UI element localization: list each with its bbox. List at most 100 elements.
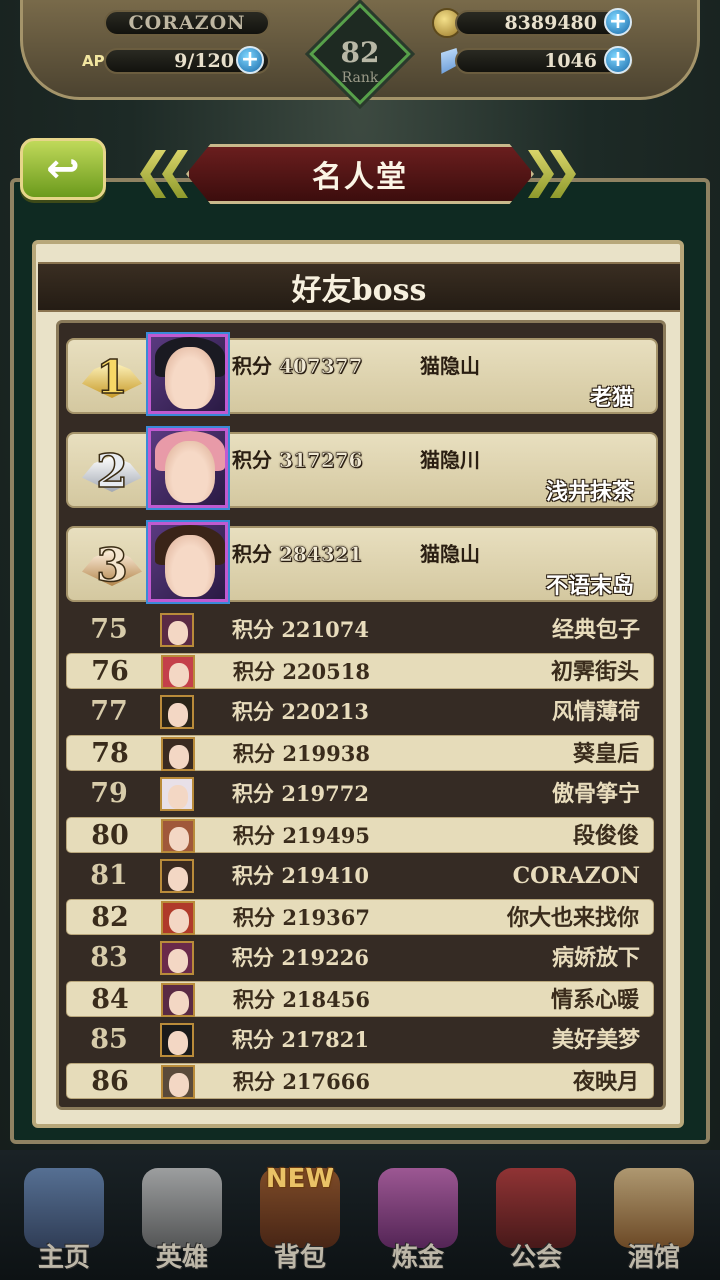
gold-medal-icon: 1 (76, 348, 148, 406)
shield-icon (496, 1168, 576, 1248)
rank-number: 81 (90, 860, 128, 891)
ranking-row[interactable]: 82 积分 219367 你大也来找你 (66, 899, 654, 935)
nav-label: 炼金 (391, 1243, 444, 1273)
ranking-row[interactable]: 75 积分 221074 经典包子 (66, 612, 654, 648)
score: 积分 217666 (233, 1069, 370, 1094)
score-label: 积分 (232, 448, 272, 472)
nav-guild[interactable]: 公会 (480, 1162, 592, 1280)
top-rank-row-3[interactable]: 3 积分 284321 猫隐山 不语末岛 (66, 522, 658, 602)
guild-name: 猫隐川 (420, 448, 480, 472)
player-name: 傲骨筝宁 (551, 781, 640, 807)
avatar (161, 819, 195, 853)
back-arrow-icon: ↩ (46, 146, 80, 192)
nav-home[interactable]: 主页 (8, 1162, 120, 1280)
player-name: 老猫 (589, 385, 634, 411)
ranking-row[interactable]: 78 积分 219938 葵皇后 (66, 735, 654, 771)
add-gold-button[interactable]: + (604, 8, 632, 36)
ranking-row[interactable]: 80 积分 219495 段俊俊 (66, 817, 654, 853)
score: 积分 284321 (232, 538, 363, 567)
player-name: 葵皇后 (572, 741, 639, 767)
ranking-row[interactable]: 79 积分 219772 傲骨筝宁 (66, 776, 654, 812)
player-name: 病娇放下 (551, 945, 640, 971)
nav-tavern[interactable]: 酒馆 (598, 1162, 710, 1280)
right-chevron-icon (528, 150, 580, 198)
top-rank-row-2[interactable]: 2 积分 317276 猫隐川 浅井抹茶 (66, 428, 658, 508)
back-button[interactable]: ↩ (20, 138, 106, 200)
player-name: 美好美梦 (551, 1027, 640, 1053)
avatar (148, 428, 228, 508)
rank-number: 75 (90, 614, 128, 645)
ranking-row[interactable]: 86 积分 217666 夜映月 (66, 1063, 654, 1099)
player-name: 初霁街头 (550, 659, 639, 685)
score: 积分 218456 (233, 987, 370, 1012)
ranking-row[interactable]: 84 积分 218456 情系心暖 (66, 981, 654, 1017)
left-chevron-icon (140, 150, 192, 198)
avatar (161, 901, 195, 935)
rank-number: 78 (91, 738, 129, 769)
nav-label: 酒馆 (627, 1243, 680, 1273)
avatar (160, 777, 194, 811)
score-value: 407377 (278, 354, 363, 379)
helmet-icon (142, 1168, 222, 1248)
player-name: 浅井抹茶 (545, 479, 634, 505)
avatar (161, 655, 195, 689)
score: 积分 219226 (232, 945, 369, 970)
avatar (160, 941, 194, 975)
rank-label: Rank (341, 70, 379, 86)
rank-number: 82 (91, 902, 129, 933)
silver-medal-icon: 2 (76, 442, 148, 500)
nav-alchemy[interactable]: 炼金 (362, 1162, 474, 1280)
player-name: 段俊俊 (572, 823, 639, 849)
score: 积分 217821 (232, 1027, 369, 1052)
nav-label: 主页 (37, 1243, 90, 1273)
score: 积分 219495 (233, 823, 370, 848)
score-label: 积分 (232, 354, 272, 378)
section-header: 好友boss (38, 262, 680, 312)
avatar (160, 613, 194, 647)
score: 积分 219772 (232, 781, 369, 806)
bronze-medal-icon: 3 (76, 536, 148, 594)
player-name: 风情薄荷 (551, 699, 640, 725)
player-name: CORAZON (512, 863, 640, 889)
score: 积分 219410 (232, 863, 369, 888)
ranking-row[interactable]: 85 积分 217821 美好美梦 (66, 1022, 654, 1058)
nav-bag[interactable]: NEW 背包 (244, 1162, 356, 1280)
rank-number: 85 (90, 1024, 128, 1055)
player-name: 你大也来找你 (506, 905, 639, 931)
top-rank-row-1[interactable]: 1 积分 407377 猫隐山 老猫 (66, 334, 658, 414)
guild-name: 猫隐山 (420, 542, 480, 566)
score: 积分 219367 (233, 905, 370, 930)
avatar (160, 859, 194, 893)
avatar (161, 1065, 195, 1099)
avatar (160, 1023, 194, 1057)
status-bar: CORAZON AP 9/120 + 82 Rank 8389480 + 104… (0, 0, 720, 110)
add-gems-button[interactable]: + (604, 46, 632, 74)
score: 积分 407377 (232, 350, 363, 379)
guild-name: 猫隐山 (420, 354, 480, 378)
new-badge: NEW (265, 1164, 335, 1194)
rank-number: 82 (340, 36, 380, 69)
score: 积分 220518 (233, 659, 370, 684)
nav-heroes[interactable]: 英雄 (126, 1162, 238, 1280)
score-label: 积分 (232, 542, 272, 566)
ranking-row[interactable]: 83 积分 219226 病娇放下 (66, 940, 654, 976)
ap-label: AP (82, 52, 105, 70)
score: 积分 220213 (232, 699, 369, 724)
avatar (148, 522, 228, 602)
medal-rank: 1 (95, 349, 129, 405)
ranking-row[interactable]: 81 积分 219410 CORAZON (66, 858, 654, 894)
score-value: 317276 (278, 448, 363, 473)
nav-label: 公会 (509, 1243, 562, 1273)
ranking-row[interactable]: 77 积分 220213 风情薄荷 (66, 694, 654, 730)
potion-icon (378, 1168, 458, 1248)
add-ap-button[interactable]: + (236, 46, 264, 74)
player-name: 情系心暖 (550, 987, 639, 1013)
player-name: 经典包子 (551, 617, 640, 643)
medal-rank: 3 (95, 537, 129, 593)
ranking-row[interactable]: 76 积分 220518 初霁街头 (66, 653, 654, 689)
medal-rank: 2 (95, 443, 129, 499)
rank-number: 77 (90, 696, 128, 727)
beer-icon (614, 1168, 694, 1248)
avatar (161, 983, 195, 1017)
score: 积分 221074 (232, 617, 369, 642)
